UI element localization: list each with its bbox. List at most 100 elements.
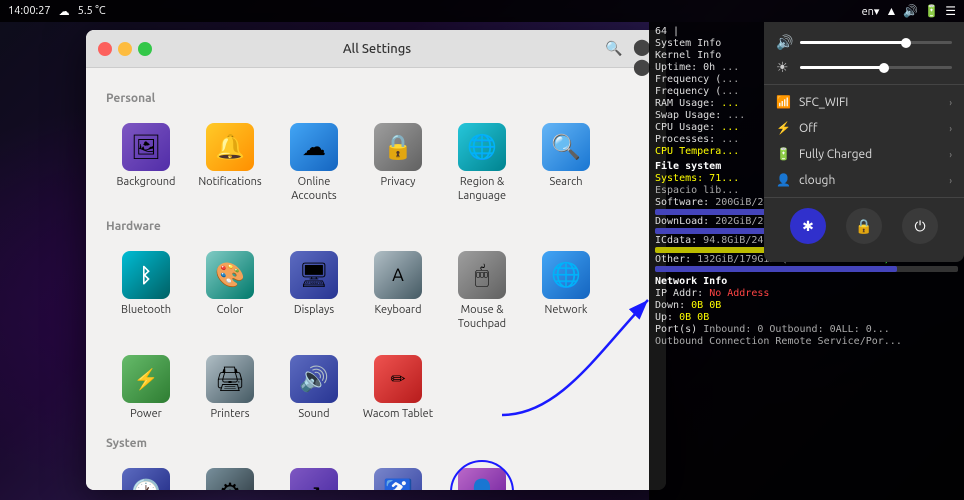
power-label: Power xyxy=(130,407,162,421)
qs-user-label: clough xyxy=(799,174,835,187)
search-label: Search xyxy=(549,175,582,189)
settings-item-color[interactable]: 🎨 Color xyxy=(190,243,270,340)
sound-label: Sound xyxy=(298,407,329,421)
settings-item-datetime[interactable]: 🕐 Date & Time xyxy=(106,460,186,490)
qs-lock-button[interactable]: 🔒 xyxy=(846,208,882,244)
background-label: Background xyxy=(116,175,175,189)
qs-battery-chevron: › xyxy=(949,149,952,160)
privacy-label: Privacy xyxy=(381,175,416,189)
sound-icon: 🔊 xyxy=(290,355,338,403)
window-close-button[interactable] xyxy=(98,42,112,56)
panel-battery-icon[interactable]: 🔋 xyxy=(924,4,939,18)
qs-bluetooth-icon: ⚡ xyxy=(776,121,791,135)
settings-item-users[interactable]: 👤 Users xyxy=(442,460,522,490)
settings-item-details[interactable]: ⚙ Details xyxy=(190,460,270,490)
window-maximize-button[interactable] xyxy=(138,42,152,56)
printers-label: Printers xyxy=(210,407,249,421)
qs-wifi-item[interactable]: 📶 SFC_WIFI › xyxy=(764,89,964,115)
panel-time: 14:00:27 xyxy=(8,5,51,17)
section-system-grid: 🕐 Date & Time ⚙ Details ↗ Sharing ♿ Univ… xyxy=(106,460,646,490)
qs-battery-label: Fully Charged xyxy=(799,148,872,161)
qs-settings-button[interactable]: ✱ xyxy=(790,208,826,244)
settings-item-displays[interactable]: 🖥 Displays xyxy=(274,243,354,340)
online-accounts-icon: ☁ xyxy=(290,123,338,171)
search-button[interactable]: 🔍 xyxy=(602,37,626,61)
settings-item-network[interactable]: 🌐 Network xyxy=(526,243,606,340)
qs-power-button[interactable]: ⏻ xyxy=(902,208,938,244)
wacom-label: Wacom Tablet xyxy=(363,407,433,421)
qs-user-item[interactable]: 👤 clough › xyxy=(764,167,964,193)
settings-item-search[interactable]: 🔍 Search xyxy=(526,115,606,212)
window-title: All Settings xyxy=(152,42,602,56)
qs-volume-icon: 🔊 xyxy=(776,34,792,51)
wacom-icon: ✏ xyxy=(374,355,422,403)
qs-bluetooth-label: Off xyxy=(799,122,817,135)
settings-item-region[interactable]: 🌐 Region & Language xyxy=(442,115,522,212)
displays-label: Displays xyxy=(294,303,334,317)
settings-item-background[interactable]: 🖼 Background xyxy=(106,115,186,212)
mouse-label: Mouse & Touchpad xyxy=(446,303,518,332)
qs-bluetooth-item[interactable]: ⚡ Off › xyxy=(764,115,964,141)
sysinfo-up: Up: 0B 0B xyxy=(655,312,958,323)
sysinfo-down: Down: 0B 0B xyxy=(655,300,958,311)
settings-item-keyboard[interactable]: A Keyboard xyxy=(358,243,438,340)
qs-volume-row: 🔊 xyxy=(764,30,964,55)
settings-item-mouse[interactable]: 🖱 Mouse & Touchpad xyxy=(442,243,522,340)
settings-item-privacy[interactable]: 🔒 Privacy xyxy=(358,115,438,212)
bluetooth-label: Bluetooth xyxy=(121,303,171,317)
titlebar-search: 🔍 ⬤ ⬤ xyxy=(602,37,654,61)
qs-user-chevron: › xyxy=(949,175,952,186)
sysinfo-bar-other xyxy=(655,266,958,272)
region-label: Region & Language xyxy=(446,175,518,204)
qs-wifi-chevron: › xyxy=(949,97,952,108)
section-hardware-grid: ᛒ Bluetooth 🎨 Color 🖥 Displays A Keyboar… xyxy=(106,243,646,340)
keyboard-icon: A xyxy=(374,251,422,299)
sharing-icon: ↗ xyxy=(290,468,338,490)
section-personal-grid: 🖼 Background 🔔 Notifications ☁ Online Ac… xyxy=(106,115,646,212)
qs-wifi-label: SFC_WIFI xyxy=(799,96,848,109)
section-hardware2-grid: ⚡ Power 🖨 Printers 🔊 Sound ✏ Wacom Table… xyxy=(106,347,646,429)
settings-item-notifications[interactable]: 🔔 Notifications xyxy=(190,115,270,212)
keyboard-label: Keyboard xyxy=(374,303,421,317)
titlebar-controls xyxy=(98,42,152,56)
datetime-icon: 🕐 xyxy=(122,468,170,490)
qs-brightness-slider[interactable] xyxy=(800,66,952,69)
network-label: Network xyxy=(545,303,588,317)
qs-brightness-icon: ☀ xyxy=(776,59,792,76)
network-icon: 🌐 xyxy=(542,251,590,299)
qs-bluetooth-chevron: › xyxy=(949,123,952,134)
sysinfo-ip: IP Addr: No Address xyxy=(655,288,958,299)
settings-item-universal-access[interactable]: ♿ Universal Access xyxy=(358,460,438,490)
panel-sound-icon[interactable]: 🔊 xyxy=(903,4,918,18)
qs-battery-icon: 🔋 xyxy=(776,147,791,161)
settings-item-online-accounts[interactable]: ☁ Online Accounts xyxy=(274,115,354,212)
bluetooth-icon: ᛒ xyxy=(122,251,170,299)
qs-battery-item[interactable]: 🔋 Fully Charged › xyxy=(764,141,964,167)
settings-item-wacom[interactable]: ✏ Wacom Tablet xyxy=(358,347,438,429)
panel-temp: 5.5 °C xyxy=(78,5,106,17)
settings-item-bluetooth[interactable]: ᛒ Bluetooth xyxy=(106,243,186,340)
settings-item-sharing[interactable]: ↗ Sharing xyxy=(274,460,354,490)
background-icon: 🖼 xyxy=(122,123,170,171)
panel-lang[interactable]: en▾ xyxy=(862,5,880,18)
settings-item-power[interactable]: ⚡ Power xyxy=(106,347,186,429)
window-minimize-button[interactable] xyxy=(118,42,132,56)
region-icon: 🌐 xyxy=(458,123,506,171)
qs-volume-slider[interactable] xyxy=(800,41,952,44)
settings-item-sound[interactable]: 🔊 Sound xyxy=(274,347,354,429)
section-personal-label: Personal xyxy=(106,92,646,105)
details-icon: ⚙ xyxy=(206,468,254,490)
universal-access-icon: ♿ xyxy=(374,468,422,490)
panel-right: en▾ ▲ 🔊 🔋 ☰ xyxy=(862,4,956,18)
settings-item-printers[interactable]: 🖨 Printers xyxy=(190,347,270,429)
section-hardware-label: Hardware xyxy=(106,220,646,233)
sysinfo-net-header: Network Info xyxy=(655,276,958,287)
panel-wifi-icon[interactable]: ▲ xyxy=(885,4,897,18)
notifications-label: Notifications xyxy=(198,175,261,189)
panel-menu-icon[interactable]: ☰ xyxy=(945,4,956,18)
settings-titlebar: All Settings 🔍 ⬤ ⬤ xyxy=(86,30,666,68)
search-icon: 🔍 xyxy=(542,123,590,171)
qs-wifi-icon: 📶 xyxy=(776,95,791,109)
users-icon: 👤 xyxy=(458,468,506,490)
section-system-label: System xyxy=(106,437,646,450)
